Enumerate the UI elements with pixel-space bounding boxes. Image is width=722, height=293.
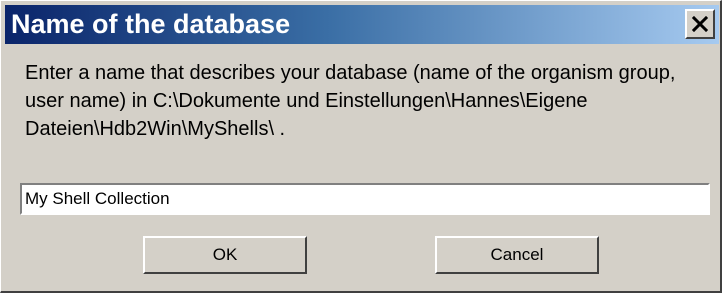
dialog-title: Name of the database — [11, 9, 291, 39]
cancel-button[interactable]: Cancel — [435, 236, 599, 274]
database-name-dialog: Name of the database Enter a name that d… — [0, 0, 722, 293]
database-name-input[interactable] — [20, 183, 710, 215]
close-icon — [692, 16, 708, 32]
title-bar[interactable]: Name of the database — [5, 5, 719, 44]
ok-button[interactable]: OK — [143, 236, 307, 274]
dialog-message: Enter a name that describes your databas… — [25, 62, 676, 140]
close-button[interactable] — [685, 9, 715, 39]
